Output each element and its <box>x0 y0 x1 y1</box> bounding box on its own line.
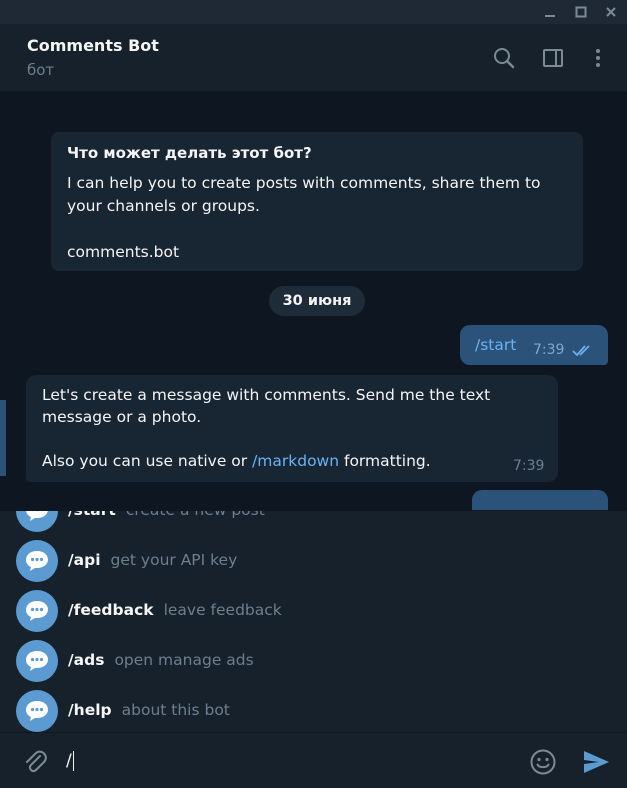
command-item[interactable]: /api get your API key <box>0 536 627 586</box>
message-time: 7:39 <box>533 342 565 358</box>
window-titlebar <box>0 0 627 24</box>
bot-command-icon <box>16 690 58 732</box>
command-description: open manage ads <box>114 651 254 669</box>
message-line: Let's create a message with comments. Se… <box>42 386 491 426</box>
command-description: about this bot <box>121 701 230 719</box>
chat-status: бот <box>27 61 55 79</box>
message-line: Also you can use native or /markdown for… <box>42 450 552 472</box>
command-name: /ads <box>68 651 105 669</box>
search-icon[interactable] <box>490 44 518 72</box>
command-name: /feedback <box>68 601 154 619</box>
command-name: /help <box>68 701 112 719</box>
markdown-link[interactable]: /markdown <box>252 452 339 470</box>
incoming-message[interactable]: Let's create a message with comments. Se… <box>26 375 558 482</box>
message-text: Let's create a message with comments. Se… <box>42 384 552 472</box>
close-icon[interactable] <box>596 0 626 24</box>
emoji-icon[interactable] <box>528 747 558 777</box>
send-icon[interactable] <box>581 747 611 777</box>
command-description: leave feedback <box>163 601 282 619</box>
message-time: 7:39 <box>513 458 545 474</box>
bot-info-card: Что может делать этот бот? I can help yo… <box>51 132 583 271</box>
command-item[interactable]: /help about this bot <box>0 686 627 732</box>
command-item[interactable]: /feedback leave feedback <box>0 586 627 636</box>
bot-command-icon <box>16 590 58 632</box>
bot-info-text: I can help you to create posts with comm… <box>67 174 541 261</box>
bot-command-icon <box>16 640 58 682</box>
message-composer: / <box>0 732 627 788</box>
sidebar-toggle-icon[interactable] <box>539 44 567 72</box>
minimize-icon[interactable] <box>535 0 565 24</box>
text-caret <box>72 751 74 771</box>
left-panel-edge <box>0 400 6 476</box>
more-icon[interactable] <box>584 44 612 72</box>
command-description: get your API key <box>110 551 238 569</box>
double-check-icon <box>572 342 594 361</box>
command-description: create a new post <box>125 510 265 519</box>
chat-title[interactable]: Comments Bot <box>27 36 159 55</box>
command-name: /start <box>68 510 116 519</box>
maximize-icon[interactable] <box>566 0 596 24</box>
outgoing-message[interactable]: /start 7:39 <box>460 325 608 365</box>
date-separator: 30 июня <box>269 286 365 316</box>
bot-info-title: Что может делать этот бот? <box>67 144 312 162</box>
message-input[interactable]: / <box>66 747 506 775</box>
bot-command-icon <box>16 540 58 582</box>
message-text[interactable]: /start <box>475 336 516 354</box>
chat-header: Comments Bot бот <box>0 24 627 92</box>
command-item[interactable]: /ads open manage ads <box>0 636 627 686</box>
command-suggestions: /start create a new post /api get your API… <box>0 510 627 732</box>
command-name: /api <box>68 551 101 569</box>
command-item[interactable]: /start create a new post <box>0 510 627 536</box>
message-fragment: formatting. <box>339 452 431 470</box>
message-fragment: Also you can use native or <box>42 452 253 470</box>
attach-icon[interactable] <box>20 747 50 777</box>
bot-command-icon <box>16 511 58 532</box>
message-input-value: / <box>66 751 72 771</box>
